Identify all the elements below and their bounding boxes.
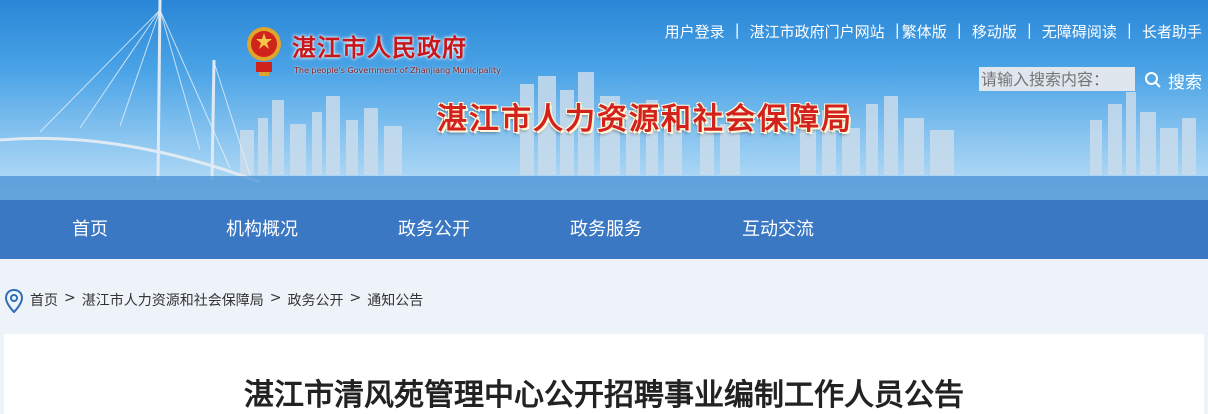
nav-gov-affairs[interactable]: 政务公开 bbox=[398, 200, 470, 259]
site-header: 湛江市人民政府 The people's Government of Zhanj… bbox=[0, 0, 1208, 200]
nav-home[interactable]: 首页 bbox=[72, 200, 108, 259]
breadcrumb-separator: > bbox=[349, 290, 362, 306]
gov-portal-link[interactable]: 湛江市政府门户网站 bbox=[750, 21, 885, 42]
accessibility-link[interactable]: 无障碍阅读 bbox=[1042, 21, 1117, 42]
breadcrumb-notices[interactable]: 通知公告 bbox=[367, 290, 423, 310]
gov-name: 湛江市人民政府 bbox=[292, 34, 467, 62]
breadcrumb-bureau[interactable]: 湛江市人力资源和社会保障局 bbox=[82, 290, 264, 310]
main-nav: 首页 机构概况 政务公开 政务服务 互动交流 bbox=[0, 200, 1208, 259]
location-pin-icon bbox=[4, 289, 24, 313]
gov-name-en: The people's Government of Zhanjiang Mun… bbox=[294, 66, 501, 75]
breadcrumb-separator: > bbox=[64, 290, 76, 306]
search-button[interactable]: 搜索 bbox=[1144, 67, 1202, 93]
top-links: 用户登录 | 湛江市政府门户网站 | 繁体版 | 移动版 | 无障碍阅读 | 长者助手 bbox=[664, 21, 1202, 42]
breadcrumb-gov-affairs[interactable]: 政务公开 bbox=[287, 290, 343, 310]
breadcrumb-separator: > bbox=[269, 290, 282, 306]
search-icon bbox=[1145, 72, 1161, 88]
traditional-chinese-link[interactable]: 繁体版 bbox=[902, 21, 947, 42]
bureau-title: 湛江市人力资源和社会保障局 bbox=[437, 102, 853, 137]
login-link[interactable]: 用户登录 bbox=[665, 21, 725, 42]
mobile-version-link[interactable]: 移动版 bbox=[972, 21, 1017, 42]
elderly-assistant-link[interactable]: 长者助手 bbox=[1142, 21, 1202, 42]
nav-interaction[interactable]: 互动交流 bbox=[742, 200, 814, 259]
national-emblem-icon bbox=[247, 27, 281, 76]
nav-gov-services[interactable]: 政务服务 bbox=[570, 200, 642, 259]
article-title: 湛江市清风苑管理中心公开招聘事业编制工作人员公告 bbox=[244, 378, 964, 413]
nav-organization[interactable]: 机构概况 bbox=[226, 200, 298, 259]
search-input[interactable] bbox=[979, 67, 1135, 91]
breadcrumb: 首页 > 湛江市人力资源和社会保障局 > 政务公开 > 通知公告 bbox=[30, 290, 423, 310]
breadcrumb-home[interactable]: 首页 bbox=[30, 290, 58, 310]
search-button-label: 搜索 bbox=[1168, 72, 1202, 93]
